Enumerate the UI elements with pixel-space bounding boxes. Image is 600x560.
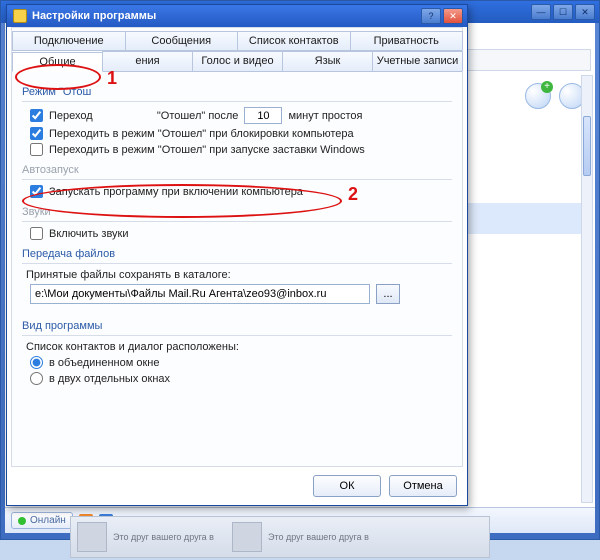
checkbox-sounds[interactable]	[30, 227, 43, 240]
files-path-label: Принятые файлы сохранять в каталоге:	[26, 269, 231, 281]
suggestion-text: Это друг вашего друга в	[268, 532, 369, 542]
files-path-input[interactable]	[30, 284, 370, 304]
tab-general-panel: Режим "Отош Переход "Отошел" после минут…	[12, 72, 462, 392]
tabs-row-2: Общие ения Голос и видео Язык Учетные за…	[12, 51, 462, 72]
scrollbar-thumb[interactable]	[583, 116, 591, 176]
suggestion-text: Это друг вашего друга в	[113, 532, 214, 542]
dialog-help-button[interactable]: ?	[421, 8, 441, 24]
toolbar-icons: +	[525, 83, 585, 109]
tab-messages[interactable]: Сообщения	[125, 31, 239, 50]
tab-contact-list[interactable]: Список контактов	[237, 31, 351, 50]
browse-button[interactable]: ...	[376, 284, 400, 304]
checkbox-away-screensaver[interactable]	[30, 143, 43, 156]
group-files-label: Передача файлов	[22, 248, 452, 260]
status-label: Онлайн	[30, 515, 66, 526]
tab-accounts[interactable]: Учетные записи	[372, 51, 463, 71]
checkbox-autostart-label: Запускать программу при включении компью…	[49, 186, 303, 198]
tab-notifications[interactable]: ения	[102, 51, 193, 71]
suggestion-card[interactable]: Это друг вашего друга в	[77, 520, 214, 554]
maximize-button[interactable]: ☐	[553, 4, 573, 20]
away-minutes-suffix: минут простоя	[288, 110, 362, 122]
checkbox-away-screensaver-label: Переходить в режим "Отошел" при запуске …	[49, 144, 365, 156]
radio-split-windows-label: в двух отдельных окнах	[49, 373, 170, 385]
checkbox-autostart[interactable]	[30, 185, 43, 198]
dialog-button-row: ОК Отмена	[313, 475, 457, 497]
ok-button[interactable]: ОК	[313, 475, 381, 497]
avatar	[232, 522, 262, 552]
dialog-titlebar: Настройки программы ? ✕	[7, 5, 467, 27]
dialog-close-button[interactable]: ✕	[443, 8, 463, 24]
dialog-body: Подключение Сообщения Список контактов П…	[11, 27, 463, 467]
app-icon	[13, 9, 27, 23]
minimize-button[interactable]: —	[531, 4, 551, 20]
tab-connection[interactable]: Подключение	[12, 31, 126, 50]
radio-split-windows[interactable]	[30, 372, 43, 385]
tab-voice-video[interactable]: Голос и видео	[192, 51, 283, 71]
checkbox-away-idle-label: Переход "Отошел" после	[49, 110, 238, 122]
tabs-row-1: Подключение Сообщения Список контактов П…	[12, 31, 462, 51]
view-layout-label: Список контактов и диалог расположены:	[26, 341, 239, 353]
radio-joined-window[interactable]	[30, 356, 43, 369]
online-dot-icon	[18, 517, 26, 525]
group-away-label: Режим "Отош	[22, 86, 452, 98]
dialog-title-text: Настройки программы	[32, 10, 156, 22]
tab-privacy[interactable]: Приватность	[350, 31, 464, 50]
online-status-button[interactable]: Онлайн	[11, 512, 73, 529]
add-contact-icon[interactable]: +	[525, 83, 551, 109]
contacts-scrollbar[interactable]	[581, 75, 593, 503]
bottom-suggestions: Это друг вашего друга в Это друг вашего …	[70, 516, 490, 558]
tab-general[interactable]: Общие	[12, 52, 103, 72]
checkbox-away-lock[interactable]	[30, 127, 43, 140]
cancel-button[interactable]: Отмена	[389, 475, 457, 497]
group-sounds-label: Звуки	[22, 206, 452, 218]
checkbox-away-lock-label: Переходить в режим "Отошел" при блокиров…	[49, 128, 354, 140]
away-minutes-input[interactable]	[244, 107, 282, 124]
radio-joined-window-label: в объединенном окне	[49, 357, 159, 369]
suggestion-card[interactable]: Это друг вашего друга в	[232, 520, 369, 554]
group-autostart-label: Автозапуск	[22, 164, 452, 176]
close-button[interactable]: ✕	[575, 4, 595, 20]
group-view-label: Вид программы	[22, 320, 452, 332]
checkbox-away-idle[interactable]	[30, 109, 43, 122]
dialog-title: Настройки программы	[13, 9, 156, 23]
settings-dialog: Настройки программы ? ✕ Подключение Сооб…	[6, 4, 468, 506]
checkbox-sounds-label: Включить звуки	[49, 228, 129, 240]
tab-language[interactable]: Язык	[282, 51, 373, 71]
avatar	[77, 522, 107, 552]
